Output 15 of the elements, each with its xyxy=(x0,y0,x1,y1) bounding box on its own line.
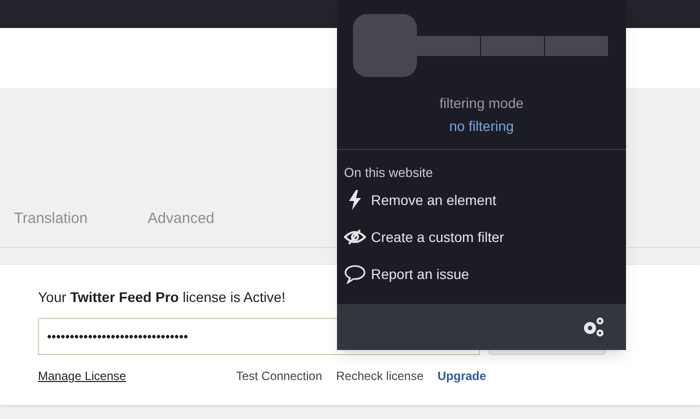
popup-action[interactable]: Remove an element xyxy=(344,188,626,212)
section-title: On this website xyxy=(343,164,434,182)
license-link[interactable]: Test Connection xyxy=(236,367,322,385)
speech-bubble-icon xyxy=(344,264,366,284)
logo-placeholder xyxy=(353,14,417,77)
filtering-mode-value[interactable]: no filtering xyxy=(449,116,514,137)
license-link[interactable]: Recheck license xyxy=(336,367,424,385)
license-status-text: Your Twitter Feed Pro license is Active! xyxy=(38,288,286,307)
license-link[interactable]: Upgrade xyxy=(438,367,486,385)
popup-action[interactable]: Report an issue xyxy=(344,262,626,286)
crossed-eye-icon xyxy=(344,229,366,245)
license-link[interactable]: Manage License xyxy=(38,367,126,385)
filtering-mode-label: filtering mode xyxy=(439,94,524,113)
bolt-icon xyxy=(348,190,362,210)
popup-action[interactable]: Create a custom filter xyxy=(344,226,626,248)
